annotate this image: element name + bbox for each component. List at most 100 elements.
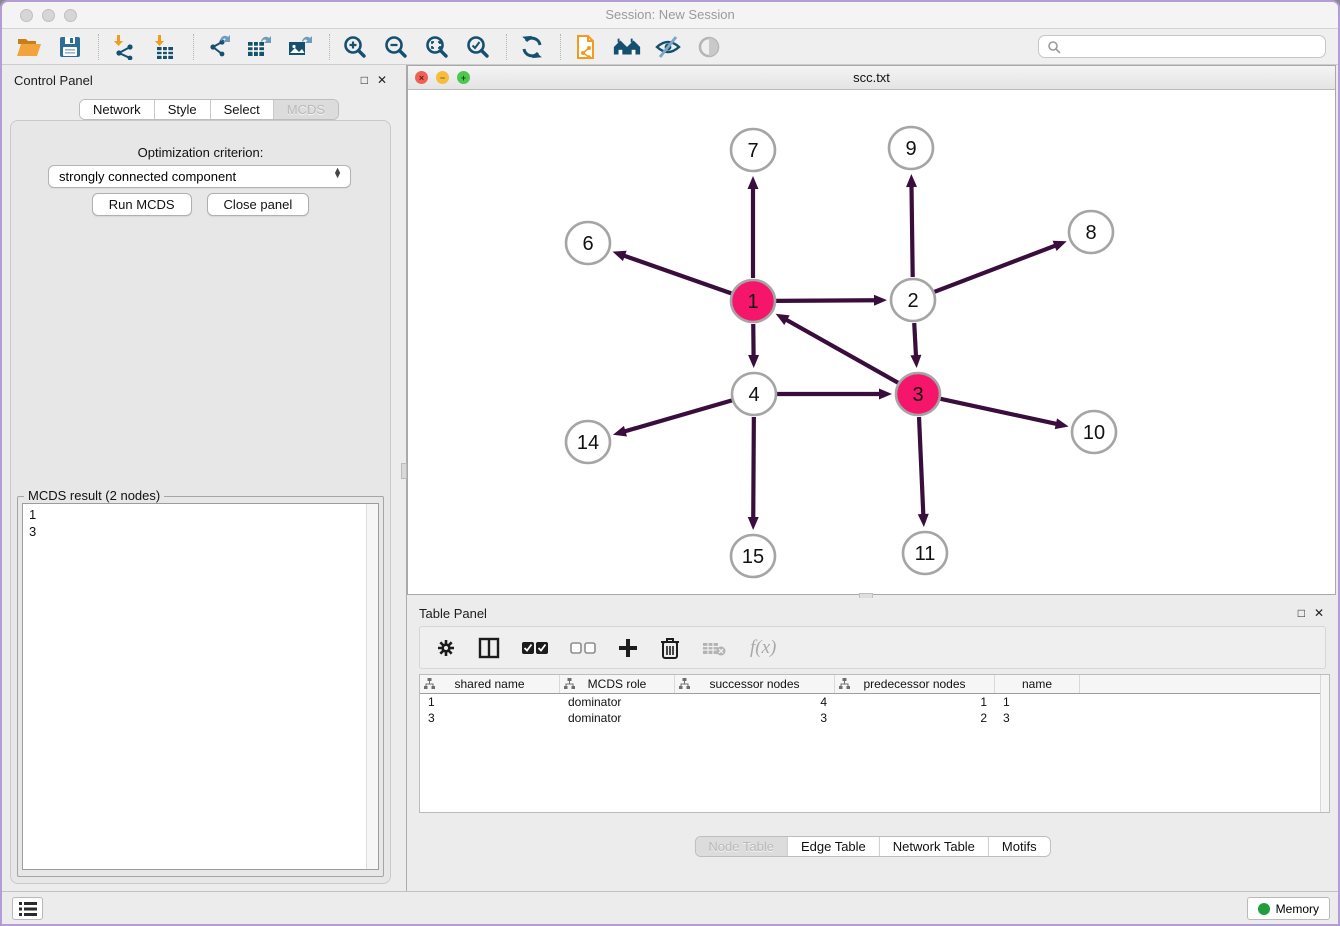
application-window: Session: New Session: [0, 0, 1340, 926]
select-stepper-icon: ▲▼: [333, 168, 342, 178]
import-network-icon[interactable]: [109, 33, 139, 61]
graph-node-label: 7: [747, 140, 758, 162]
close-panel-button[interactable]: Close panel: [207, 193, 310, 216]
table-cell[interactable]: dominator: [560, 711, 675, 725]
table-cell[interactable]: 1: [835, 695, 995, 709]
save-session-icon[interactable]: [55, 33, 85, 61]
column-header-MCDS-role[interactable]: MCDS role: [560, 675, 675, 693]
zoom-selected-icon[interactable]: [463, 33, 493, 61]
tab-style[interactable]: Style: [155, 100, 211, 119]
table-cell[interactable]: 3: [995, 711, 1080, 725]
tab-node-table[interactable]: Node Table: [695, 837, 788, 856]
network-view-titlebar[interactable]: × − + scc.txt: [408, 66, 1335, 90]
table-cell[interactable]: 2: [835, 711, 995, 725]
deselect-all-checkboxes-icon[interactable]: [570, 640, 596, 656]
mcds-tab-content: Optimization criterion: strongly connect…: [10, 120, 391, 884]
toolbar-separator: [329, 34, 330, 60]
task-history-button[interactable]: [12, 897, 43, 920]
show-all-eye-icon[interactable]: [694, 33, 724, 61]
open-file-icon[interactable]: [14, 33, 44, 61]
add-column-plus-icon[interactable]: [618, 638, 638, 658]
import-table-icon[interactable]: [150, 33, 180, 61]
graph-edge-4-15[interactable]: [753, 417, 754, 519]
clone-network-icon[interactable]: [571, 33, 601, 61]
search-input[interactable]: [1067, 40, 1317, 54]
control-panel-close-icon[interactable]: ✕: [377, 74, 387, 86]
table-header-row: shared nameMCDS rolesuccessor nodesprede…: [420, 675, 1329, 694]
select-all-checkboxes-icon[interactable]: [522, 640, 548, 656]
zoom-in-icon[interactable]: [340, 33, 370, 61]
result-scrollbar[interactable]: [366, 504, 378, 869]
tab-network-table[interactable]: Network Table: [880, 837, 989, 856]
graph-edge-arrowhead: [874, 295, 887, 306]
graph-edge-arrowhead: [918, 514, 929, 527]
column-header-successor-nodes[interactable]: successor nodes: [675, 675, 835, 693]
graph-edge-3-11[interactable]: [919, 417, 923, 516]
tab-network[interactable]: Network: [80, 100, 155, 119]
export-table-icon[interactable]: [245, 33, 275, 61]
window-title: Session: New Session: [2, 7, 1338, 22]
column-header-name[interactable]: name: [995, 675, 1080, 693]
table-cell[interactable]: 1: [995, 695, 1080, 709]
graph-node-label: 11: [915, 543, 936, 565]
tab-edge-table[interactable]: Edge Table: [788, 837, 880, 856]
table-panel-float-icon[interactable]: □: [1298, 607, 1305, 619]
tab-motifs[interactable]: Motifs: [989, 837, 1050, 856]
tab-select[interactable]: Select: [211, 100, 274, 119]
list-icon: [19, 902, 37, 916]
table-panel-close-icon[interactable]: ✕: [1314, 607, 1324, 619]
criterion-select[interactable]: strongly connected component ▲▼: [48, 165, 351, 188]
search-icon: [1047, 40, 1061, 54]
network-canvas[interactable]: 7968124314101511: [408, 90, 1339, 594]
table-tabbar: Node TableEdge TableNetwork TableMotifs: [694, 836, 1050, 857]
toolbar-separator: [98, 34, 99, 60]
graph-edge-3-10[interactable]: [940, 399, 1057, 424]
graph-edge-1-2[interactable]: [776, 300, 876, 301]
delete-column-trash-icon[interactable]: [660, 637, 680, 659]
mcds-result-list[interactable]: 1 3: [22, 503, 379, 870]
apply-layout-icon[interactable]: [517, 33, 547, 61]
table-panel: Table Panel □ ✕: [407, 598, 1338, 891]
export-network-icon[interactable]: [204, 33, 234, 61]
table-cell[interactable]: 3: [420, 711, 560, 725]
status-bar: Memory: [2, 891, 1338, 924]
graph-node-label: 8: [1085, 222, 1096, 244]
graph-edge-arrowhead: [748, 517, 759, 530]
control-panel-float-icon[interactable]: □: [361, 74, 368, 86]
graph-edge-1-6[interactable]: [623, 255, 731, 293]
graph-edge-2-3[interactable]: [914, 323, 916, 357]
graph-edge-3-1[interactable]: [785, 319, 898, 383]
ndex-home-icon[interactable]: [612, 33, 642, 61]
export-image-icon[interactable]: [286, 33, 316, 61]
table-cell[interactable]: 3: [675, 711, 835, 725]
hide-selected-eye-icon[interactable]: [653, 33, 683, 61]
graph-edge-4-14[interactable]: [624, 400, 732, 431]
memory-button[interactable]: Memory: [1247, 897, 1330, 920]
memory-status-icon: [1258, 903, 1270, 915]
table-panel-title: Table Panel: [419, 606, 487, 621]
table-toolbar: f(x): [419, 626, 1326, 669]
table-scrollbar[interactable]: [1320, 675, 1329, 812]
zoom-out-icon[interactable]: [381, 33, 411, 61]
table-cell[interactable]: dominator: [560, 695, 675, 709]
table-row[interactable]: 1dominator411: [420, 694, 1329, 710]
column-header-shared-name[interactable]: shared name: [420, 675, 560, 693]
graph-edge-2-8[interactable]: [934, 245, 1056, 292]
tab-mcds[interactable]: MCDS: [274, 100, 338, 119]
table-settings-gear-icon[interactable]: [436, 638, 456, 658]
table-cell[interactable]: 1: [420, 695, 560, 709]
toolbar-search[interactable]: [1038, 35, 1326, 58]
table-cell[interactable]: 4: [675, 695, 835, 709]
graph-edge-arrowhead: [879, 389, 892, 400]
network-view-window: × − + scc.txt 7968124314101511: [407, 65, 1336, 595]
criterion-selected-value: strongly connected component: [59, 169, 236, 184]
table-row[interactable]: 3dominator323: [420, 710, 1329, 726]
zoom-fit-icon[interactable]: [422, 33, 452, 61]
graph-edge-2-9[interactable]: [911, 185, 912, 277]
optimization-criterion-label: Optimization criterion:: [11, 145, 390, 160]
show-column-icon[interactable]: [478, 637, 500, 659]
column-header-predecessor-nodes[interactable]: predecessor nodes: [835, 675, 995, 693]
mcds-result-group: MCDS result (2 nodes) 1 3: [17, 496, 384, 877]
control-panel-title: Control Panel: [14, 73, 93, 88]
run-mcds-button[interactable]: Run MCDS: [92, 193, 192, 216]
